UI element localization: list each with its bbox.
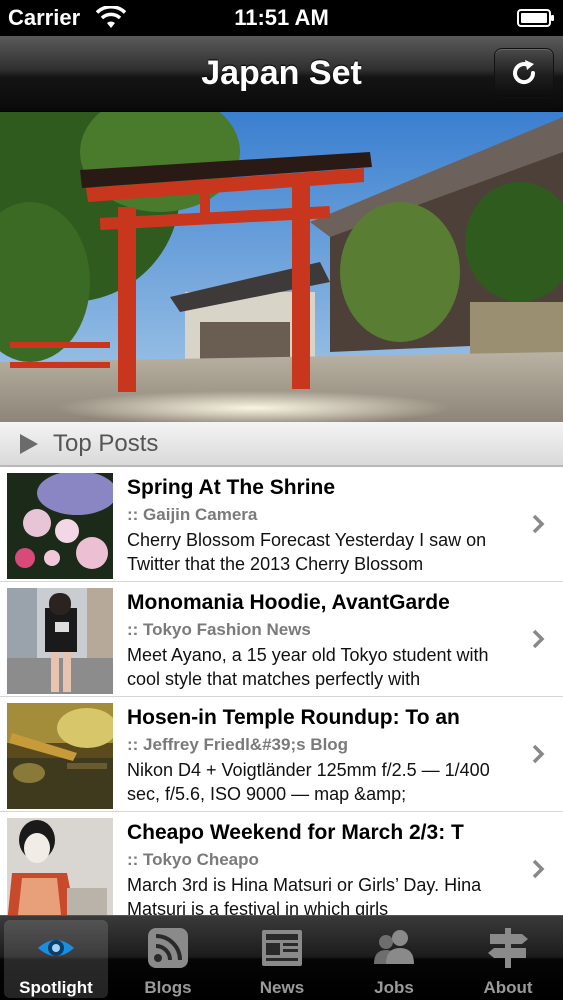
street-fashion-image [7, 588, 113, 694]
post-excerpt: March 3rd is Hina Matsuri or Girls’ Day.… [127, 875, 482, 915]
tab-news[interactable]: News [230, 920, 334, 998]
post-excerpt: Cherry Blossom Forecast Yesterday I saw … [127, 530, 487, 574]
hero-photo[interactable] [0, 112, 563, 422]
post-source: :: Gaijin Camera [127, 505, 258, 524]
post-excerpt: Nikon D4 + Voigtländer 125mm f/2.5 — 1/4… [127, 760, 490, 804]
rss-icon [148, 928, 188, 968]
chevron-right-icon [532, 514, 545, 534]
tab-bar: Spotlight Blogs News Jobs About [0, 915, 563, 1000]
refresh-button[interactable] [494, 48, 554, 98]
torii-gate-photo [0, 112, 563, 422]
post-thumbnail [7, 588, 113, 694]
tab-label: About [483, 978, 533, 997]
post-source: :: Tokyo Cheapo [127, 850, 259, 869]
post-source: :: Jeffrey Friedl&#39;s Blog [127, 735, 349, 754]
post-title: Hosen-in Temple Roundup: To an [127, 706, 460, 729]
navigation-bar: Japan Set [0, 36, 563, 112]
post-row[interactable]: Monomania Hoodie, AvantGarde :: Tokyo Fa… [0, 582, 563, 697]
tab-spotlight[interactable]: Spotlight [4, 920, 108, 998]
section-title: Top Posts [53, 430, 159, 457]
post-thumbnail [7, 703, 113, 809]
post-thumbnail [7, 473, 113, 579]
post-row[interactable]: Hosen-in Temple Roundup: To an :: Jeffre… [0, 697, 563, 812]
chevron-right-icon [532, 629, 545, 649]
status-bar: Carrier 11:51 AM [0, 0, 563, 36]
battery-icon [517, 9, 554, 27]
post-title: Monomania Hoodie, AvantGarde [127, 591, 450, 614]
post-thumbnail [7, 818, 113, 915]
post-row[interactable]: Cheapo Weekend for March 2/3: T :: Tokyo… [0, 812, 563, 915]
post-title: Cheapo Weekend for March 2/3: T [127, 821, 464, 844]
chevron-right-icon [532, 744, 545, 764]
newspaper-icon [262, 930, 302, 966]
status-time: 11:51 AM [234, 5, 329, 30]
tab-blogs[interactable]: Blogs [116, 920, 220, 998]
temple-garden-image [7, 703, 113, 809]
post-row[interactable]: Spring At The Shrine :: Gaijin Camera Ch… [0, 467, 563, 582]
post-title: Spring At The Shrine [127, 476, 336, 499]
tab-label: Spotlight [19, 978, 93, 997]
tab-about[interactable]: About [456, 920, 560, 998]
tab-label: Blogs [144, 978, 192, 997]
page-title: Japan Set [201, 54, 362, 92]
post-list[interactable]: Spring At The Shrine :: Gaijin Camera Ch… [0, 467, 563, 915]
tab-jobs[interactable]: Jobs [342, 920, 446, 998]
tab-label: Jobs [374, 978, 414, 997]
chevron-right-icon [532, 859, 545, 879]
post-excerpt: Meet Ayano, a 15 year old Tokyo student … [127, 645, 489, 689]
section-header[interactable]: Top Posts [0, 422, 563, 467]
eye-icon [38, 940, 74, 956]
tab-label: News [259, 978, 305, 997]
people-icon [374, 930, 414, 964]
hina-doll-image [7, 818, 113, 915]
signpost-icon [488, 928, 528, 968]
play-arrow-icon [20, 434, 38, 454]
post-source: :: Tokyo Fashion News [127, 620, 311, 639]
cherry-blossom-image [7, 473, 113, 579]
refresh-icon [513, 60, 536, 85]
